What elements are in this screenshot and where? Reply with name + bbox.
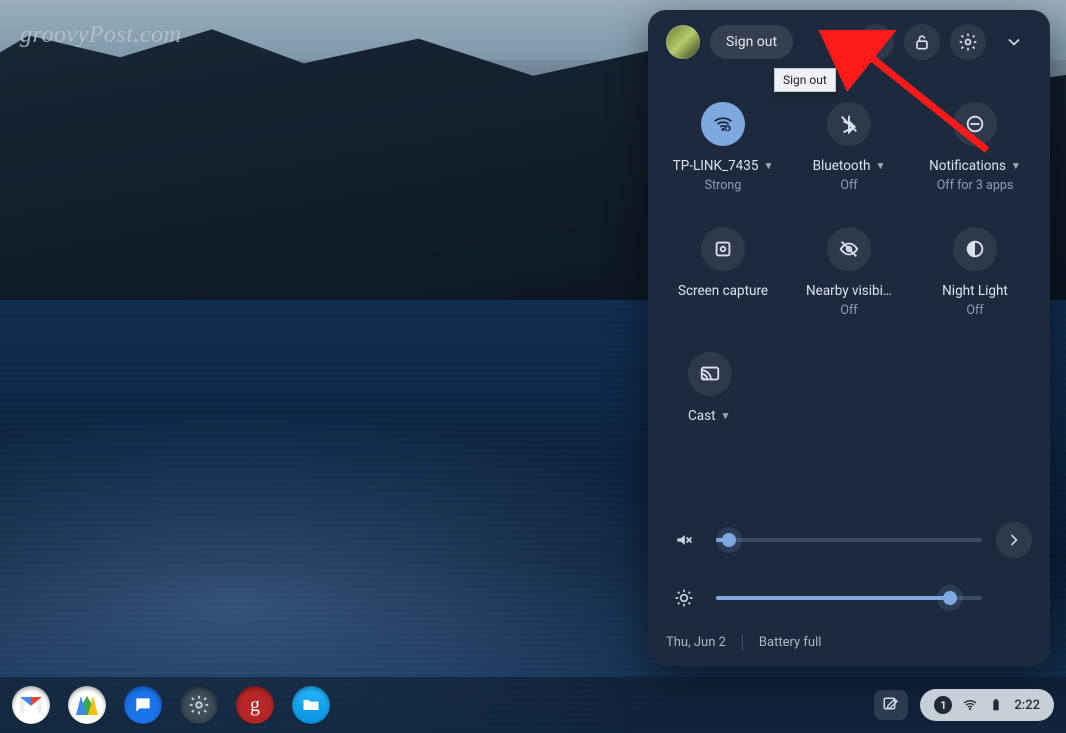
settings-app[interactable] <box>180 686 218 724</box>
nearby-label: Nearby visibi… <box>806 283 892 299</box>
bluetooth-tile: Bluetooth▼ Off <box>792 102 906 193</box>
files-app[interactable] <box>292 686 330 724</box>
notification-count: 1 <box>934 696 952 714</box>
brightness-icon <box>674 588 694 608</box>
capture-label: Screen capture <box>678 283 768 299</box>
avatar[interactable] <box>666 25 700 59</box>
capture-tile: Screen capture <box>666 227 780 318</box>
wifi-icon <box>712 113 734 135</box>
caret-icon: ▼ <box>1011 161 1021 172</box>
sign-out-label: Sign out <box>726 34 777 50</box>
night-label: Night Light <box>942 283 1008 299</box>
dnd-icon <box>964 113 986 135</box>
panel-footer: Thu, Jun 2 Battery full <box>666 634 1032 650</box>
screen-capture-icon <box>712 238 734 260</box>
wifi-toggle[interactable] <box>701 102 745 146</box>
capture-button[interactable] <box>701 227 745 271</box>
bluetooth-off-icon <box>838 113 860 135</box>
power-icon <box>866 32 886 52</box>
power-button[interactable] <box>858 24 894 60</box>
night-toggle[interactable] <box>953 227 997 271</box>
wifi-sub: Strong <box>705 178 742 193</box>
visibility-off-icon <box>838 238 860 260</box>
cast-tile: Cast▼ <box>666 352 780 424</box>
watermark-text: groovyPost.com <box>20 22 181 49</box>
mouse-cursor <box>836 54 854 72</box>
volume-slider[interactable] <box>716 538 982 542</box>
bluetooth-toggle[interactable] <box>827 102 871 146</box>
notifications-tile: Notifications▼ Off for 3 apps <box>918 102 1032 193</box>
night-sub: Off <box>966 303 983 318</box>
notifications-toggle[interactable] <box>953 102 997 146</box>
bluetooth-label[interactable]: Bluetooth▼ <box>813 158 886 174</box>
gmail-app[interactable] <box>12 686 50 724</box>
chat-icon <box>133 695 153 715</box>
audio-settings-button[interactable] <box>996 522 1032 558</box>
folder-icon <box>301 695 321 715</box>
wifi-tile: TP-LINK_7435▼ Strong <box>666 102 780 193</box>
caret-icon: ▼ <box>721 411 731 422</box>
cast-icon <box>699 363 721 385</box>
footer-date[interactable]: Thu, Jun 2 <box>666 635 726 650</box>
sign-out-tooltip: Sign out <box>774 68 836 92</box>
brightness-row <box>666 580 1032 616</box>
night-light-icon <box>964 238 986 260</box>
volume-off-icon <box>674 530 694 550</box>
caret-icon: ▼ <box>763 161 773 172</box>
shelf: g 1 2:22 <box>0 677 1066 733</box>
brightness-icon-button[interactable] <box>666 580 702 616</box>
panel-header: Sign out Sign out <box>666 24 1032 60</box>
gear-icon <box>188 694 210 716</box>
sliders-section <box>666 506 1032 616</box>
quick-settings-panel: Sign out Sign out TP-LINK_7435▼ Strong <box>648 10 1050 666</box>
chevron-down-icon <box>1004 32 1024 52</box>
drive-app[interactable] <box>68 686 106 724</box>
cast-label[interactable]: Cast▼ <box>688 408 730 424</box>
clock: 2:22 <box>1014 698 1040 713</box>
stylus-tools[interactable] <box>874 690 908 720</box>
caret-icon: ▼ <box>875 161 885 172</box>
notifications-sub: Off for 3 apps <box>937 178 1014 193</box>
brightness-slider[interactable] <box>716 596 982 600</box>
notifications-label[interactable]: Notifications▼ <box>929 158 1021 174</box>
messages-app[interactable] <box>124 686 162 724</box>
shelf-apps: g <box>12 686 330 724</box>
wifi-status-icon <box>962 697 978 713</box>
gear-icon <box>958 32 978 52</box>
nearby-toggle[interactable] <box>827 227 871 271</box>
status-area[interactable]: 1 2:22 <box>920 689 1054 721</box>
bluetooth-sub: Off <box>840 178 857 193</box>
nearby-tile: Nearby visibi… Off <box>792 227 906 318</box>
groovypost-app[interactable]: g <box>236 686 274 724</box>
night-tile: Night Light Off <box>918 227 1032 318</box>
divider <box>742 634 743 650</box>
cast-button[interactable] <box>688 352 732 396</box>
volume-mute-button[interactable] <box>666 522 702 558</box>
footer-battery[interactable]: Battery full <box>759 635 821 650</box>
wifi-label[interactable]: TP-LINK_7435▼ <box>673 158 774 174</box>
chevron-right-icon <box>1004 530 1024 550</box>
battery-status-icon <box>988 697 1004 713</box>
stylus-icon <box>882 696 900 714</box>
quick-tiles-grid: TP-LINK_7435▼ Strong Bluetooth▼ Off Noti… <box>666 102 1032 424</box>
shelf-right: 1 2:22 <box>874 689 1054 721</box>
lock-icon <box>912 32 932 52</box>
collapse-button[interactable] <box>996 24 1032 60</box>
nearby-sub: Off <box>840 303 857 318</box>
settings-button[interactable] <box>950 24 986 60</box>
lock-button[interactable] <box>904 24 940 60</box>
volume-row <box>666 522 1032 558</box>
sign-out-button[interactable]: Sign out <box>710 25 793 59</box>
